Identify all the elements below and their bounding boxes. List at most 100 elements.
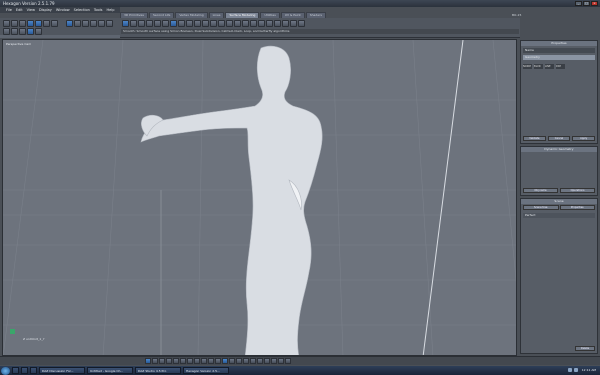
dg-tab-operations[interactable]: Operations [560, 188, 595, 193]
unfold-icon[interactable] [234, 20, 241, 27]
magic-wand-icon[interactable] [19, 28, 26, 35]
quicklaunch-media-icon[interactable] [30, 367, 37, 374]
view-quad-icon[interactable] [152, 358, 158, 364]
wireframe-icon[interactable] [187, 358, 193, 364]
skin-icon[interactable] [194, 20, 201, 27]
dent-icon[interactable] [266, 20, 273, 27]
3d-viewport[interactable]: Perspective Cam Z unitUnit_1_? [2, 39, 517, 356]
pan-icon[interactable] [236, 358, 242, 364]
grid-toggle-icon[interactable] [229, 358, 235, 364]
dg-tab-obj-name[interactable]: Obj name [523, 188, 558, 193]
view-side-icon[interactable] [173, 358, 179, 364]
scene-item[interactable]: Perfect [523, 213, 595, 218]
snapshot-icon[interactable] [278, 358, 284, 364]
snap-icon[interactable] [82, 20, 89, 27]
taskbar-item-daz-forum[interactable]: DAZ Discussion For... [39, 367, 85, 374]
boolean-icon[interactable] [170, 20, 177, 27]
swatch-dim[interactable]: DIM [556, 64, 565, 69]
chamfer-icon[interactable] [282, 20, 289, 27]
lock-icon[interactable] [106, 20, 113, 27]
menu-display[interactable]: Display [39, 8, 52, 12]
lasso-icon[interactable] [27, 28, 34, 35]
taskbar-item-hexagon[interactable]: Hexagon Version 2.5... [183, 367, 229, 374]
sculpt-icon[interactable] [178, 20, 185, 27]
merge-icon[interactable] [298, 20, 305, 27]
menu-file[interactable]: File [6, 8, 12, 12]
close-icon[interactable]: × [591, 1, 598, 6]
quicklaunch-folder-icon[interactable] [21, 367, 28, 374]
swatch-norm[interactable]: NORM [523, 64, 532, 69]
view-front-icon[interactable] [166, 358, 172, 364]
frame-icon[interactable] [257, 358, 263, 364]
render-icon[interactable] [271, 358, 277, 364]
loft-icon[interactable] [154, 20, 161, 27]
fill-icon[interactable] [202, 20, 209, 27]
taskbar-item-chrome[interactable]: Untitled - Google Ch... [87, 367, 133, 374]
symmetry-icon[interactable] [74, 20, 81, 27]
menu-selection[interactable]: Selection [74, 8, 90, 12]
menu-view[interactable]: View [27, 8, 35, 12]
textured-icon[interactable] [201, 358, 207, 364]
menu-help[interactable]: Help [106, 8, 114, 12]
slice-icon[interactable] [290, 20, 297, 27]
tube-icon[interactable] [218, 20, 225, 27]
sweep-icon[interactable] [162, 20, 169, 27]
filter-icon[interactable] [98, 20, 105, 27]
delete-button[interactable]: Delete [575, 346, 595, 351]
select-tool-icon[interactable] [3, 20, 10, 27]
settings-icon[interactable] [285, 358, 291, 364]
bevel-icon[interactable] [146, 20, 153, 27]
validate-button[interactable]: Validate [523, 136, 546, 141]
move-tool-icon[interactable] [11, 20, 18, 27]
cap-icon[interactable] [274, 20, 281, 27]
revolve-icon[interactable] [210, 20, 217, 27]
rotate-tool-icon[interactable] [19, 20, 26, 27]
coons-icon[interactable] [186, 20, 193, 27]
smooth-icon[interactable] [122, 20, 129, 27]
swatch-line[interactable]: LINE [545, 64, 554, 69]
quicklaunch-ie-icon[interactable] [12, 367, 19, 374]
view-split-icon[interactable] [159, 358, 165, 364]
grid-icon[interactable] [90, 20, 97, 27]
view-top-icon[interactable] [180, 358, 186, 364]
taskbar-clock[interactable]: 12:11 AM [582, 367, 596, 374]
orbit-icon[interactable] [243, 358, 249, 364]
name-field[interactable]: Name [523, 48, 595, 53]
view-single-icon[interactable] [145, 358, 151, 364]
smooth-brush-icon[interactable] [66, 20, 73, 27]
maximize-icon[interactable]: □ [583, 1, 590, 6]
extrude-icon[interactable] [138, 20, 145, 27]
start-button[interactable] [1, 366, 10, 375]
edge-select-icon[interactable] [51, 20, 58, 27]
cancel-button[interactable]: Cancel [547, 136, 571, 141]
viewport-camera-label[interactable]: Perspective Cam [6, 42, 31, 46]
swatch-blur[interactable]: BLUR [534, 64, 543, 69]
face-select-icon[interactable] [3, 28, 10, 35]
menu-window[interactable]: Window [56, 8, 70, 12]
menu-tools[interactable]: Tools [94, 8, 103, 12]
mirror-icon[interactable] [250, 20, 257, 27]
menu-edit[interactable]: Edit [16, 8, 23, 12]
object-select-icon[interactable] [11, 28, 18, 35]
apply-button[interactable]: Apply [572, 136, 596, 141]
weld-icon[interactable] [242, 20, 249, 27]
scene-tab-properties[interactable]: Properties [559, 205, 595, 210]
geometry-field[interactable]: Geometry [523, 55, 595, 60]
zoom-icon[interactable] [250, 358, 256, 364]
minimize-icon[interactable]: _ [575, 1, 582, 6]
cut-icon[interactable] [226, 20, 233, 27]
shell-icon[interactable] [258, 20, 265, 27]
taskbar-item-daz-studio[interactable]: DAZ Studio 4.5 Pro [135, 367, 181, 374]
shaded-icon[interactable] [194, 358, 200, 364]
point-select-icon[interactable] [43, 20, 50, 27]
smooth-display-icon[interactable] [222, 358, 228, 364]
thickness-icon[interactable] [130, 20, 137, 27]
volume-icon[interactable] [574, 368, 578, 372]
network-icon[interactable] [568, 368, 572, 372]
scale-tool-icon[interactable] [27, 20, 34, 27]
shadow-icon[interactable] [215, 358, 221, 364]
scene-tab-tree[interactable]: Scene tree [523, 205, 559, 210]
camera-icon[interactable] [264, 358, 270, 364]
paint-select-icon[interactable] [35, 28, 42, 35]
universal-tool-icon[interactable] [35, 20, 42, 27]
